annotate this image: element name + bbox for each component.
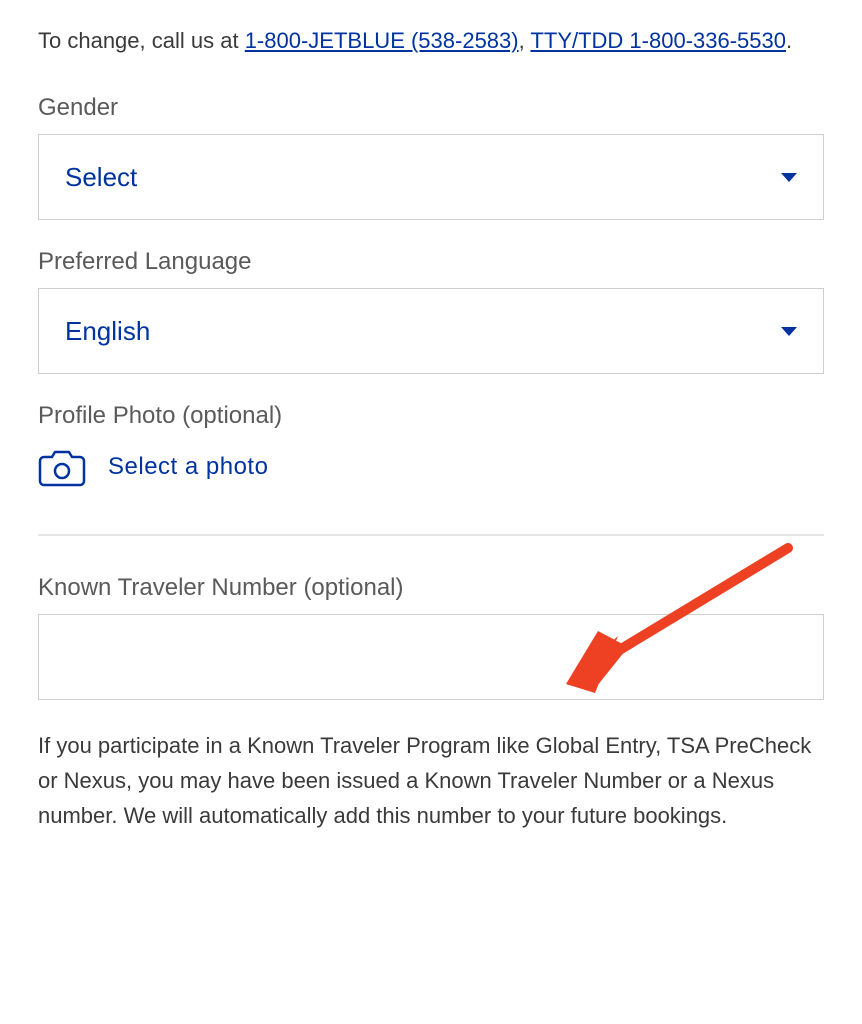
camera-icon (38, 446, 86, 488)
change-instruction: To change, call us at 1-800-JETBLUE (538… (38, 24, 824, 58)
chevron-down-icon (781, 327, 797, 336)
section-divider (38, 534, 824, 536)
chevron-down-icon (781, 173, 797, 182)
instruction-suffix: . (786, 28, 792, 53)
profile-form-section: To change, call us at 1-800-JETBLUE (538… (38, 24, 824, 834)
language-select[interactable]: English (38, 288, 824, 374)
gender-field: Gender Select (38, 94, 824, 220)
instruction-sep: , (519, 28, 531, 53)
phone-link-main[interactable]: 1-800-JETBLUE (538-2583) (245, 28, 519, 53)
ktn-label: Known Traveler Number (optional) (38, 574, 824, 602)
photo-action-label: Select a photo (108, 453, 268, 481)
phone-link-tty[interactable]: TTY/TDD 1-800-336-5530 (530, 28, 786, 53)
language-field: Preferred Language English (38, 248, 824, 374)
ktn-input[interactable] (38, 614, 824, 700)
gender-select[interactable]: Select (38, 134, 824, 220)
instruction-prefix: To change, call us at (38, 28, 245, 53)
ktn-field: Known Traveler Number (optional) (38, 574, 824, 700)
photo-select-row[interactable]: Select a photo (38, 446, 824, 488)
gender-value: Select (65, 162, 781, 193)
language-value: English (65, 316, 781, 347)
ktn-help-text: If you participate in a Known Traveler P… (38, 728, 824, 834)
photo-label: Profile Photo (optional) (38, 402, 824, 430)
photo-field: Profile Photo (optional) Select a photo (38, 402, 824, 488)
language-label: Preferred Language (38, 248, 824, 276)
gender-label: Gender (38, 94, 824, 122)
